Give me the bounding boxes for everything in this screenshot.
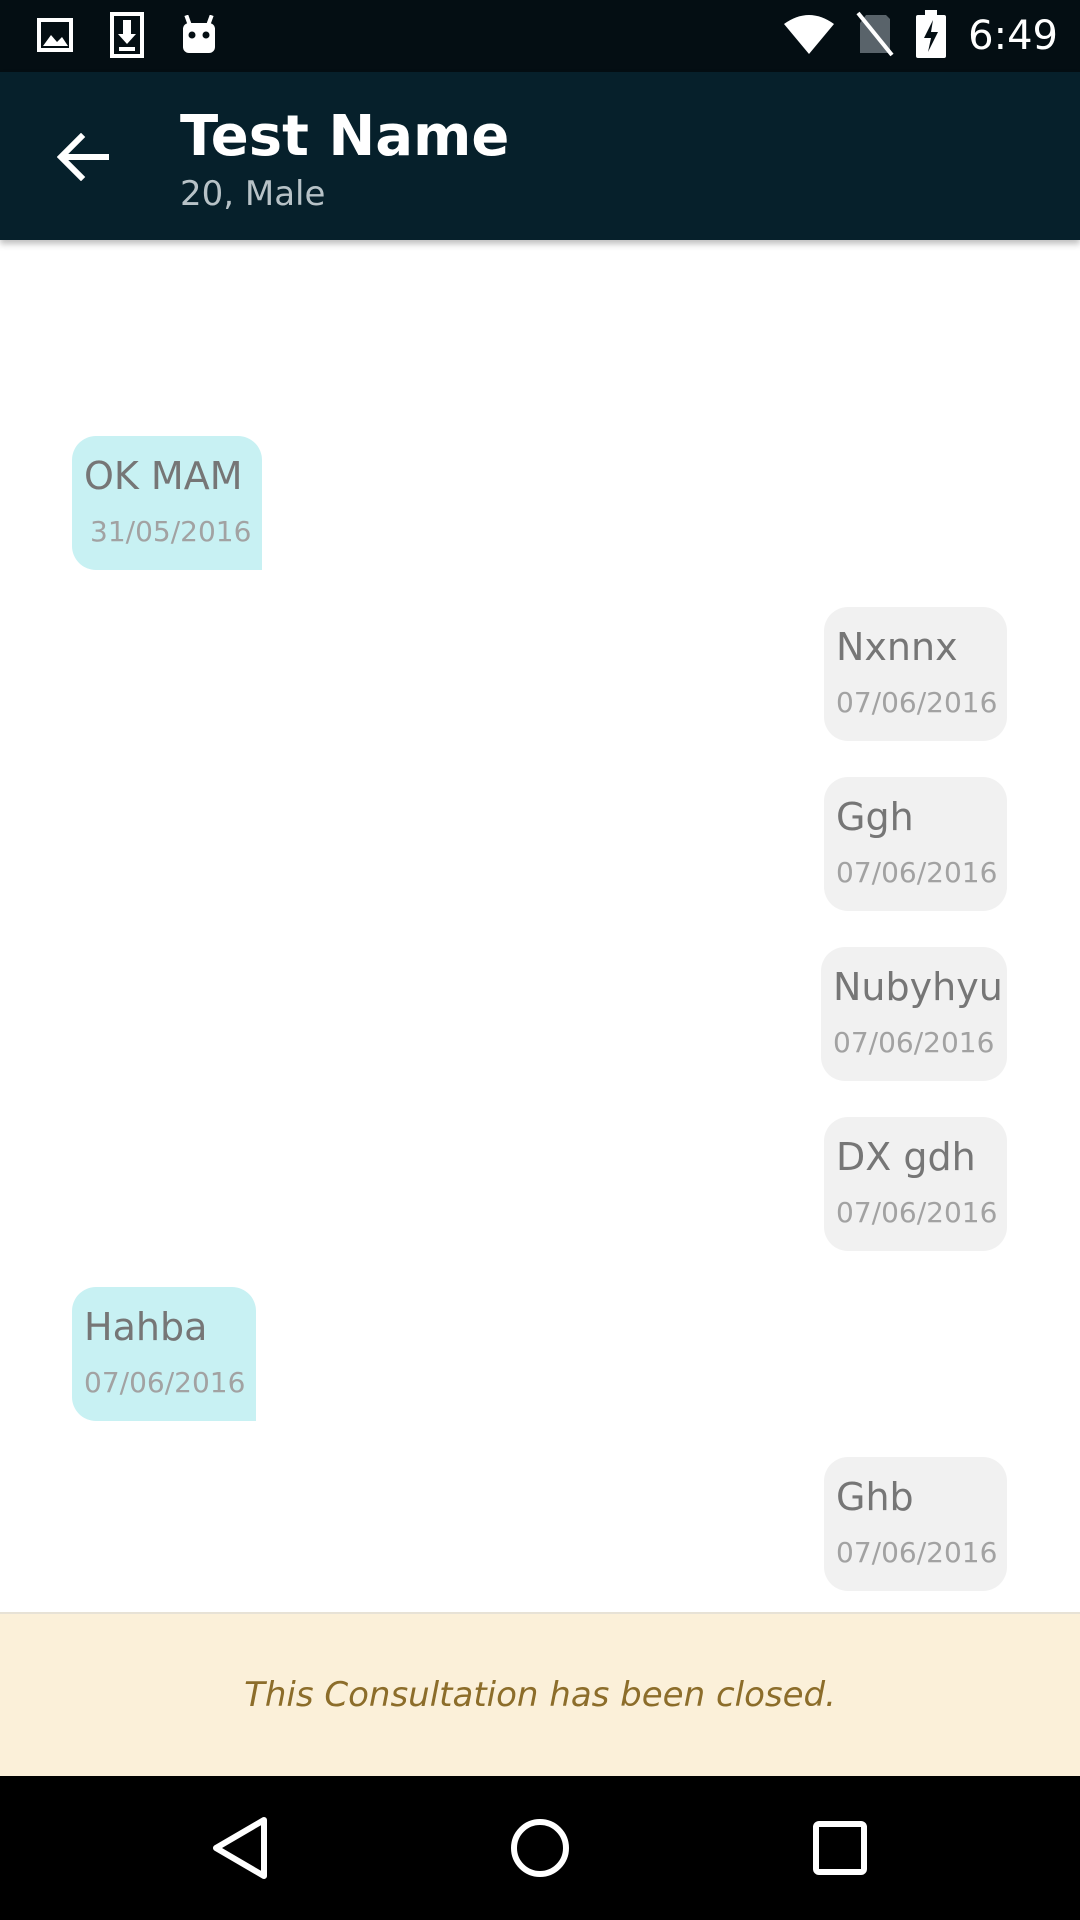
image-icon: [36, 12, 74, 58]
back-button[interactable]: [50, 124, 116, 190]
message-date: 07/06/2016: [836, 1196, 998, 1229]
message-date: 07/06/2016: [836, 1536, 998, 1569]
message-text: Nxnnx: [836, 625, 958, 669]
message-bubble-outgoing[interactable]: Nxnnx 07/06/2016: [824, 607, 1007, 741]
app-bar: Test Name 20, Male: [0, 72, 1080, 240]
home-circle-icon: [511, 1819, 569, 1877]
status-time: 6:49: [968, 13, 1058, 59]
wifi-icon: [784, 14, 835, 58]
contact-name: Test Name: [180, 104, 510, 169]
closed-message: This Consultation has been closed.: [244, 1675, 836, 1715]
back-triangle-icon: [213, 1817, 267, 1879]
message-date: 07/06/2016: [833, 1026, 995, 1059]
message-text: DX gdh: [836, 1135, 976, 1179]
message-date: 07/06/2016: [84, 1366, 246, 1399]
message-bubble-outgoing[interactable]: Ghb 07/06/2016: [824, 1457, 1007, 1591]
message-date: 07/06/2016: [836, 856, 998, 889]
message-bubble-outgoing[interactable]: DX gdh 07/06/2016: [824, 1117, 1007, 1251]
message-date: 31/05/2016: [90, 515, 252, 548]
battery-charging-icon: [916, 10, 947, 62]
nav-back-button[interactable]: [204, 1812, 276, 1884]
recents-square-icon: [813, 1821, 867, 1875]
nav-recents-button[interactable]: [804, 1812, 876, 1884]
no-sim-icon: [856, 11, 894, 61]
message-bubble-incoming[interactable]: Hahba 07/06/2016: [72, 1287, 256, 1421]
message-text: Ghb: [836, 1475, 914, 1519]
message-bubble-incoming[interactable]: OK MAM 31/05/2016: [72, 436, 262, 570]
message-text: Nubyhyu: [833, 965, 1003, 1009]
message-list[interactable]: OK MAM 31/05/2016 Nxnnx 07/06/2016 Ggh 0…: [0, 240, 1080, 1612]
consultation-closed-banner: This Consultation has been closed.: [0, 1612, 1080, 1776]
system-nav-bar: [0, 1776, 1080, 1920]
arrow-back-icon: [57, 133, 109, 181]
message-text: OK MAM: [84, 454, 243, 498]
message-date: 07/06/2016: [836, 686, 998, 719]
download-icon: [108, 12, 146, 58]
message-bubble-outgoing[interactable]: Ggh 07/06/2016: [824, 777, 1007, 911]
nav-home-button[interactable]: [504, 1812, 576, 1884]
contact-details: 20, Male: [180, 174, 326, 214]
android-icon: [180, 12, 218, 58]
message-bubble-outgoing[interactable]: Nubyhyu 07/06/2016: [821, 947, 1007, 1081]
status-bar: 6:49: [0, 0, 1080, 72]
message-text: Hahba: [84, 1305, 208, 1349]
message-text: Ggh: [836, 795, 914, 839]
